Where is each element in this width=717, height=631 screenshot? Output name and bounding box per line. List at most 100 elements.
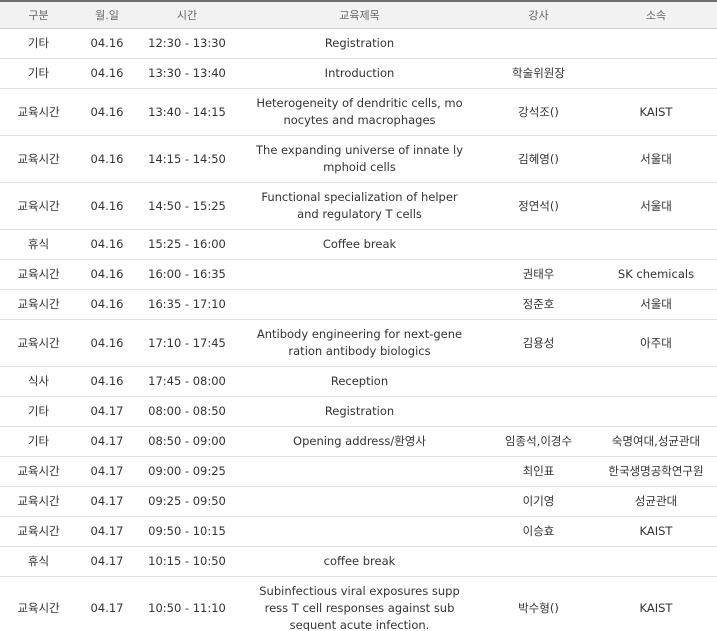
cell-affiliation: KAIST: [595, 576, 717, 631]
cell-lecturer: [482, 546, 595, 577]
cell-category: 교육시간: [0, 456, 77, 487]
cell-date: 04.16: [77, 28, 137, 59]
schedule-table: 구분 월.일 시간 교육제목 강사 소속 기타 04.16 12:30 - 13…: [0, 0, 717, 631]
cell-category: 기타: [0, 396, 77, 427]
cell-date: 04.16: [77, 182, 137, 230]
cell-category: 기타: [0, 426, 77, 457]
cell-lecturer: 최인표: [482, 456, 595, 487]
cell-lecturer: [482, 366, 595, 397]
cell-date: 04.16: [77, 319, 137, 367]
cell-category: 교육시간: [0, 486, 77, 517]
table-row: 기타 04.16 13:30 - 13:40 Introduction 학술위원…: [0, 58, 717, 89]
cell-time: 13:30 - 13:40: [137, 58, 237, 89]
header-category: 구분: [0, 0, 77, 29]
table-row: 교육시간 04.17 09:25 - 09:50 이기영 성균관대: [0, 486, 717, 517]
cell-lecturer: 학술위원장: [482, 58, 595, 89]
table-row: 휴식 04.17 10:15 - 10:50 coffee break: [0, 546, 717, 577]
cell-title: [237, 456, 482, 487]
cell-date: 04.16: [77, 259, 137, 290]
cell-category: 기타: [0, 58, 77, 89]
cell-category: 교육시간: [0, 259, 77, 290]
cell-lecturer: [482, 229, 595, 260]
cell-affiliation: [595, 546, 717, 577]
cell-time: 08:00 - 08:50: [137, 396, 237, 427]
cell-category: 교육시간: [0, 319, 77, 367]
cell-title: [237, 289, 482, 320]
cell-title: Opening address/환영사: [237, 426, 482, 457]
cell-affiliation: [595, 28, 717, 59]
cell-lecturer: 김혜영(): [482, 135, 595, 183]
cell-date: 04.17: [77, 426, 137, 457]
cell-category: 교육시간: [0, 88, 77, 136]
cell-lecturer: [482, 28, 595, 59]
cell-title: Antibody engineering for next-gene ratio…: [237, 319, 482, 367]
cell-lecturer: 권태우: [482, 259, 595, 290]
table-row: 교육시간 04.16 17:10 - 17:45 Antibody engine…: [0, 319, 717, 367]
table-row: 교육시간 04.16 14:50 - 15:25 Functional spec…: [0, 182, 717, 230]
cell-lecturer: 박수형(): [482, 576, 595, 631]
header-time: 시간: [137, 0, 237, 29]
table-row: 기타 04.16 12:30 - 13:30 Registration: [0, 28, 717, 59]
cell-time: 10:15 - 10:50: [137, 546, 237, 577]
cell-affiliation: [595, 229, 717, 260]
header-row: 구분 월.일 시간 교육제목 강사 소속: [0, 0, 717, 29]
cell-date: 04.17: [77, 396, 137, 427]
cell-time: 16:00 - 16:35: [137, 259, 237, 290]
cell-lecturer: 이기영: [482, 486, 595, 517]
cell-affiliation: 아주대: [595, 319, 717, 367]
table-row: 교육시간 04.17 09:50 - 10:15 이승효 KAIST: [0, 516, 717, 547]
cell-category: 기타: [0, 28, 77, 59]
cell-title: Subinfectious viral exposures supp ress …: [237, 576, 482, 631]
cell-date: 04.17: [77, 576, 137, 631]
cell-lecturer: [482, 396, 595, 427]
cell-title: Introduction: [237, 58, 482, 89]
table-row: 기타 04.17 08:50 - 09:00 Opening address/환…: [0, 426, 717, 457]
cell-affiliation: [595, 396, 717, 427]
header-date: 월.일: [77, 0, 137, 29]
table-row: 교육시간 04.17 09:00 - 09:25 최인표 한국생명공학연구원: [0, 456, 717, 487]
cell-date: 04.16: [77, 58, 137, 89]
cell-affiliation: KAIST: [595, 88, 717, 136]
cell-title: Registration: [237, 28, 482, 59]
cell-title: coffee break: [237, 546, 482, 577]
cell-lecturer: 이승효: [482, 516, 595, 547]
table-body: 기타 04.16 12:30 - 13:30 Registration 기타 0…: [0, 28, 717, 631]
table-row: 휴식 04.16 15:25 - 16:00 Coffee break: [0, 229, 717, 260]
cell-category: 휴식: [0, 229, 77, 260]
table-row: 교육시간 04.16 13:40 - 14:15 Heterogeneity o…: [0, 88, 717, 136]
cell-affiliation: 서울대: [595, 182, 717, 230]
cell-affiliation: [595, 366, 717, 397]
cell-affiliation: KAIST: [595, 516, 717, 547]
cell-affiliation: 성균관대: [595, 486, 717, 517]
table-header: 구분 월.일 시간 교육제목 강사 소속: [0, 0, 717, 29]
table-row: 기타 04.17 08:00 - 08:50 Registration: [0, 396, 717, 427]
cell-affiliation: [595, 58, 717, 89]
header-affiliation: 소속: [595, 0, 717, 29]
cell-time: 08:50 - 09:00: [137, 426, 237, 457]
cell-title: Heterogeneity of dendritic cells, mo noc…: [237, 88, 482, 136]
cell-time: 09:00 - 09:25: [137, 456, 237, 487]
cell-title: [237, 259, 482, 290]
header-lecturer: 강사: [482, 0, 595, 29]
cell-title: Registration: [237, 396, 482, 427]
cell-affiliation: 서울대: [595, 289, 717, 320]
cell-time: 10:50 - 11:10: [137, 576, 237, 631]
cell-lecturer: 김용성: [482, 319, 595, 367]
schedule-container: 구분 월.일 시간 교육제목 강사 소속 기타 04.16 12:30 - 13…: [0, 0, 717, 631]
table-row: 교육시간 04.16 14:15 - 14:50 The expanding u…: [0, 135, 717, 183]
cell-time: 14:50 - 15:25: [137, 182, 237, 230]
cell-affiliation: 숙명여대,성균관대: [595, 426, 717, 457]
header-title: 교육제목: [237, 0, 482, 29]
table-row: 교육시간 04.16 16:00 - 16:35 권태우 SK chemical…: [0, 259, 717, 290]
cell-lecturer: 임종석,이경수: [482, 426, 595, 457]
cell-date: 04.16: [77, 135, 137, 183]
cell-time: 17:10 - 17:45: [137, 319, 237, 367]
cell-affiliation: SK chemicals: [595, 259, 717, 290]
cell-date: 04.17: [77, 516, 137, 547]
cell-category: 교육시간: [0, 516, 77, 547]
cell-time: 15:25 - 16:00: [137, 229, 237, 260]
cell-time: 09:50 - 10:15: [137, 516, 237, 547]
cell-date: 04.16: [77, 289, 137, 320]
cell-title: Reception: [237, 366, 482, 397]
cell-title: The expanding universe of innate ly mpho…: [237, 135, 482, 183]
